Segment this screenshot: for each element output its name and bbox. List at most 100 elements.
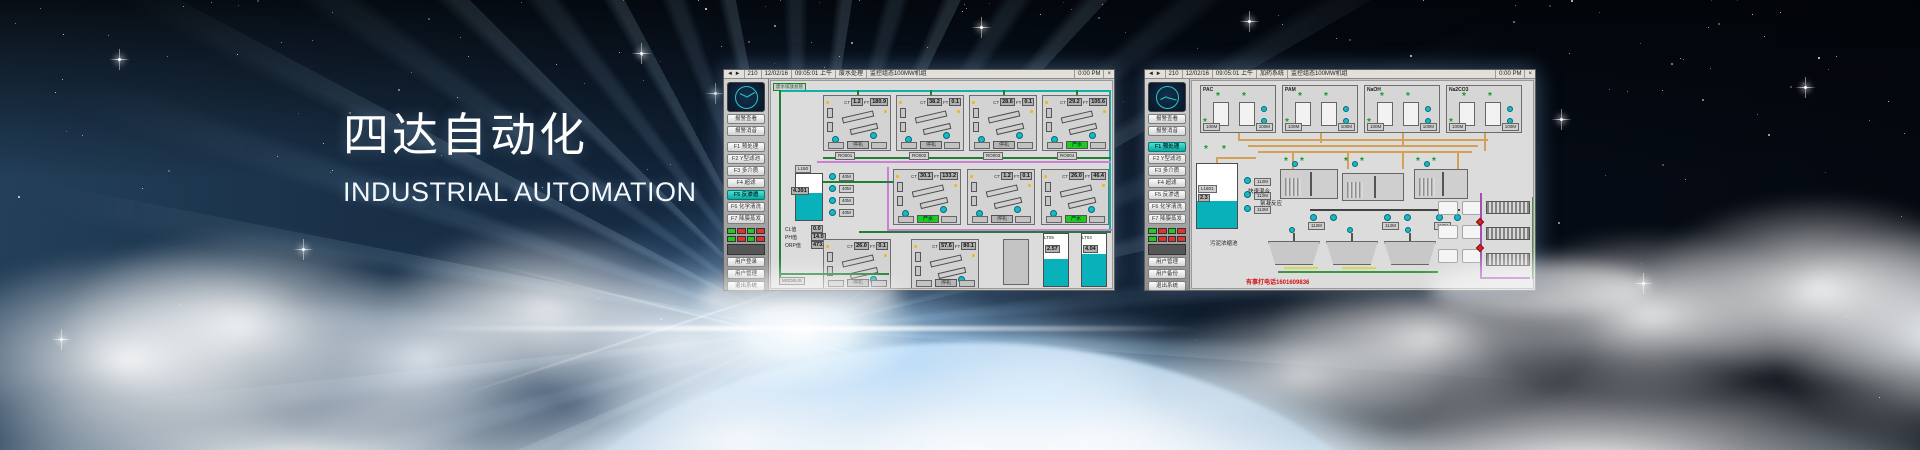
pump-icon xyxy=(1347,227,1353,233)
cloud-wisp xyxy=(1430,262,1650,314)
impeller-icon: * xyxy=(1380,94,1388,100)
pump-icon xyxy=(1244,205,1251,212)
alarm-dot-icon xyxy=(972,254,975,257)
pump-icon xyxy=(1352,161,1358,167)
heat-exchanger-icon xyxy=(930,254,963,267)
function-button-f2[interactable]: F2 Y型滤池 xyxy=(727,154,765,164)
ft-value: 0.1 xyxy=(1020,172,1032,180)
alarm-button-0[interactable]: 报警查看 xyxy=(727,114,765,124)
alarm-button-0[interactable]: 报警查看 xyxy=(1148,114,1186,124)
mixer-vessel xyxy=(1239,102,1255,126)
pump-icon xyxy=(1088,206,1095,213)
impeller-icon: * xyxy=(1242,94,1250,100)
impeller-icon: * xyxy=(1406,94,1414,100)
alarm-button-1[interactable]: 报警消音 xyxy=(727,126,765,136)
window-body: 报警查看报警消音 F1 预处理 F2 Y型滤池 F3 多介质 F4 超滤 F5 反渗透 F6… xyxy=(724,79,1114,290)
status-indicator-cell xyxy=(747,236,756,242)
process-unit: CT28.6FT0.1停机 xyxy=(969,95,1037,151)
window-titlebar: ◄ ►21012/02/1609:05:01 上午加药系统监控组态100MW机组… xyxy=(1145,70,1535,79)
ct-value: 30.1 xyxy=(918,172,933,180)
tank-value: 2.57 xyxy=(1045,245,1060,253)
status-indicator-row xyxy=(727,228,765,234)
close-button[interactable]: × xyxy=(1525,70,1535,78)
titlebar-nav-buttons[interactable]: ◄ ► xyxy=(724,70,745,78)
system-button-0[interactable]: 用户管理 xyxy=(1148,257,1186,267)
unit-value-strip: CT28.6FT0.1 xyxy=(993,98,1034,106)
window-titlebar: ◄ ►21012/02/1609:05:01 上午废水处理监控组态100MW机组… xyxy=(724,70,1114,79)
process-unit: CT30.1FT133.2产水 xyxy=(893,169,961,225)
alarm-dot-icon xyxy=(1102,184,1105,187)
ct-value: 26.0 xyxy=(854,242,869,250)
thickener-tank xyxy=(1326,241,1378,265)
ft-label: FT xyxy=(955,244,961,249)
page-title: 四达自动化 xyxy=(343,110,697,161)
function-button-f2[interactable]: F2 Y型滤池 xyxy=(1148,154,1186,164)
bus-tag: RO002 xyxy=(909,152,929,160)
function-button-f5[interactable]: F5 反渗透 xyxy=(1148,190,1186,200)
press-select-button[interactable] xyxy=(1438,201,1458,215)
process-label: 污泥浓缩池 xyxy=(1210,239,1238,247)
system-button-2[interactable]: 退出系统 xyxy=(1148,281,1186,291)
system-button-0[interactable]: 用户登录 xyxy=(727,257,765,267)
status-indicator-cell xyxy=(737,236,746,242)
agitator-shaft xyxy=(1310,172,1312,196)
close-button[interactable]: × xyxy=(1104,70,1114,78)
pipe-segment xyxy=(1457,151,1459,169)
page-subtitle: INDUSTRIAL AUTOMATION xyxy=(343,177,697,208)
pump-icon xyxy=(829,173,836,180)
cloud-blob xyxy=(900,330,1160,450)
ct-value: 57.6 xyxy=(939,242,954,250)
titlebar-cell: 210 xyxy=(745,70,762,78)
press-select-button[interactable] xyxy=(1462,201,1482,215)
impeller-icon: * xyxy=(1432,159,1440,165)
process-label: CL值 xyxy=(785,226,796,233)
titlebar-cell: 0:00 PM xyxy=(1075,70,1104,78)
panel-title: PAM xyxy=(1285,87,1296,93)
function-button-f4[interactable]: F4 超滤 xyxy=(1148,178,1186,188)
sidebar: 报警查看报警消音 F1 预处理 F2 Y型滤池 F3 多介质 F4 超滤 F5 反渗透 F6… xyxy=(724,79,769,290)
pump-port-tag: 112M xyxy=(1254,178,1271,186)
alarm-button-1[interactable]: 报警消音 xyxy=(1148,126,1186,136)
panel-port-tag: 100M xyxy=(1367,123,1384,131)
heat-exchanger-icon xyxy=(842,254,875,267)
impeller-icon: * xyxy=(1284,159,1292,165)
pipe-segment xyxy=(1258,151,1472,153)
impeller-icon: * xyxy=(1222,147,1230,153)
function-button-f3[interactable]: F3 多介质 xyxy=(1148,166,1186,176)
dosing-panel-pac: PAC***100M100M xyxy=(1200,85,1276,133)
titlebar-nav-buttons[interactable]: ◄ ► xyxy=(1145,70,1166,78)
pump-icon xyxy=(870,132,877,139)
unit-value-strip: CT30.1FT133.2 xyxy=(911,172,958,180)
tank-label: L1601 xyxy=(1198,185,1217,193)
status-indicator-cell xyxy=(756,228,765,234)
valve-icon xyxy=(971,182,977,192)
function-button-f3[interactable]: F3 多介质 xyxy=(727,166,765,176)
equipment-box xyxy=(944,142,960,149)
press-select-button[interactable] xyxy=(1438,249,1458,263)
press-select-button[interactable] xyxy=(1438,225,1458,239)
filter-press xyxy=(1486,227,1530,240)
function-button-f1[interactable]: F1 预处理 xyxy=(727,142,765,152)
function-button-f6[interactable]: F6 化学清洗 xyxy=(1148,202,1186,212)
equipment-box xyxy=(871,142,887,149)
process-canvas: PAC***100M100MPAM***100M100MNaOH***100M1… xyxy=(1191,80,1534,289)
bus-tag: RO004 xyxy=(1057,152,1077,160)
unit-value-strip: CT26.0FT0.1 xyxy=(847,242,888,250)
valve-icon xyxy=(897,182,903,192)
valve-icon xyxy=(1045,196,1051,206)
function-button-f1[interactable]: F1 预处理 xyxy=(1148,142,1186,152)
function-button-f7[interactable]: F7 降膜蒸发 xyxy=(727,214,765,224)
press-select-button[interactable] xyxy=(1462,225,1482,239)
function-button-f5[interactable]: F5 反渗透 xyxy=(727,190,765,200)
pump-icon xyxy=(1343,106,1349,112)
status-indicator-cell xyxy=(727,228,736,234)
pipe-segment xyxy=(1402,151,1404,169)
function-button-f4[interactable]: F4 超滤 xyxy=(727,178,765,188)
function-button-f6[interactable]: F6 化学清洗 xyxy=(727,202,765,212)
impeller-icon: * xyxy=(1416,159,1424,165)
status-indicator-cell xyxy=(727,236,736,242)
function-button-f7[interactable]: F7 降膜蒸发 xyxy=(1148,214,1186,224)
system-button-1[interactable]: 用户备份 xyxy=(1148,269,1186,279)
clarifier-tank xyxy=(1342,173,1404,201)
dosing-panel-naoh: NaOH***100M100M xyxy=(1364,85,1440,133)
